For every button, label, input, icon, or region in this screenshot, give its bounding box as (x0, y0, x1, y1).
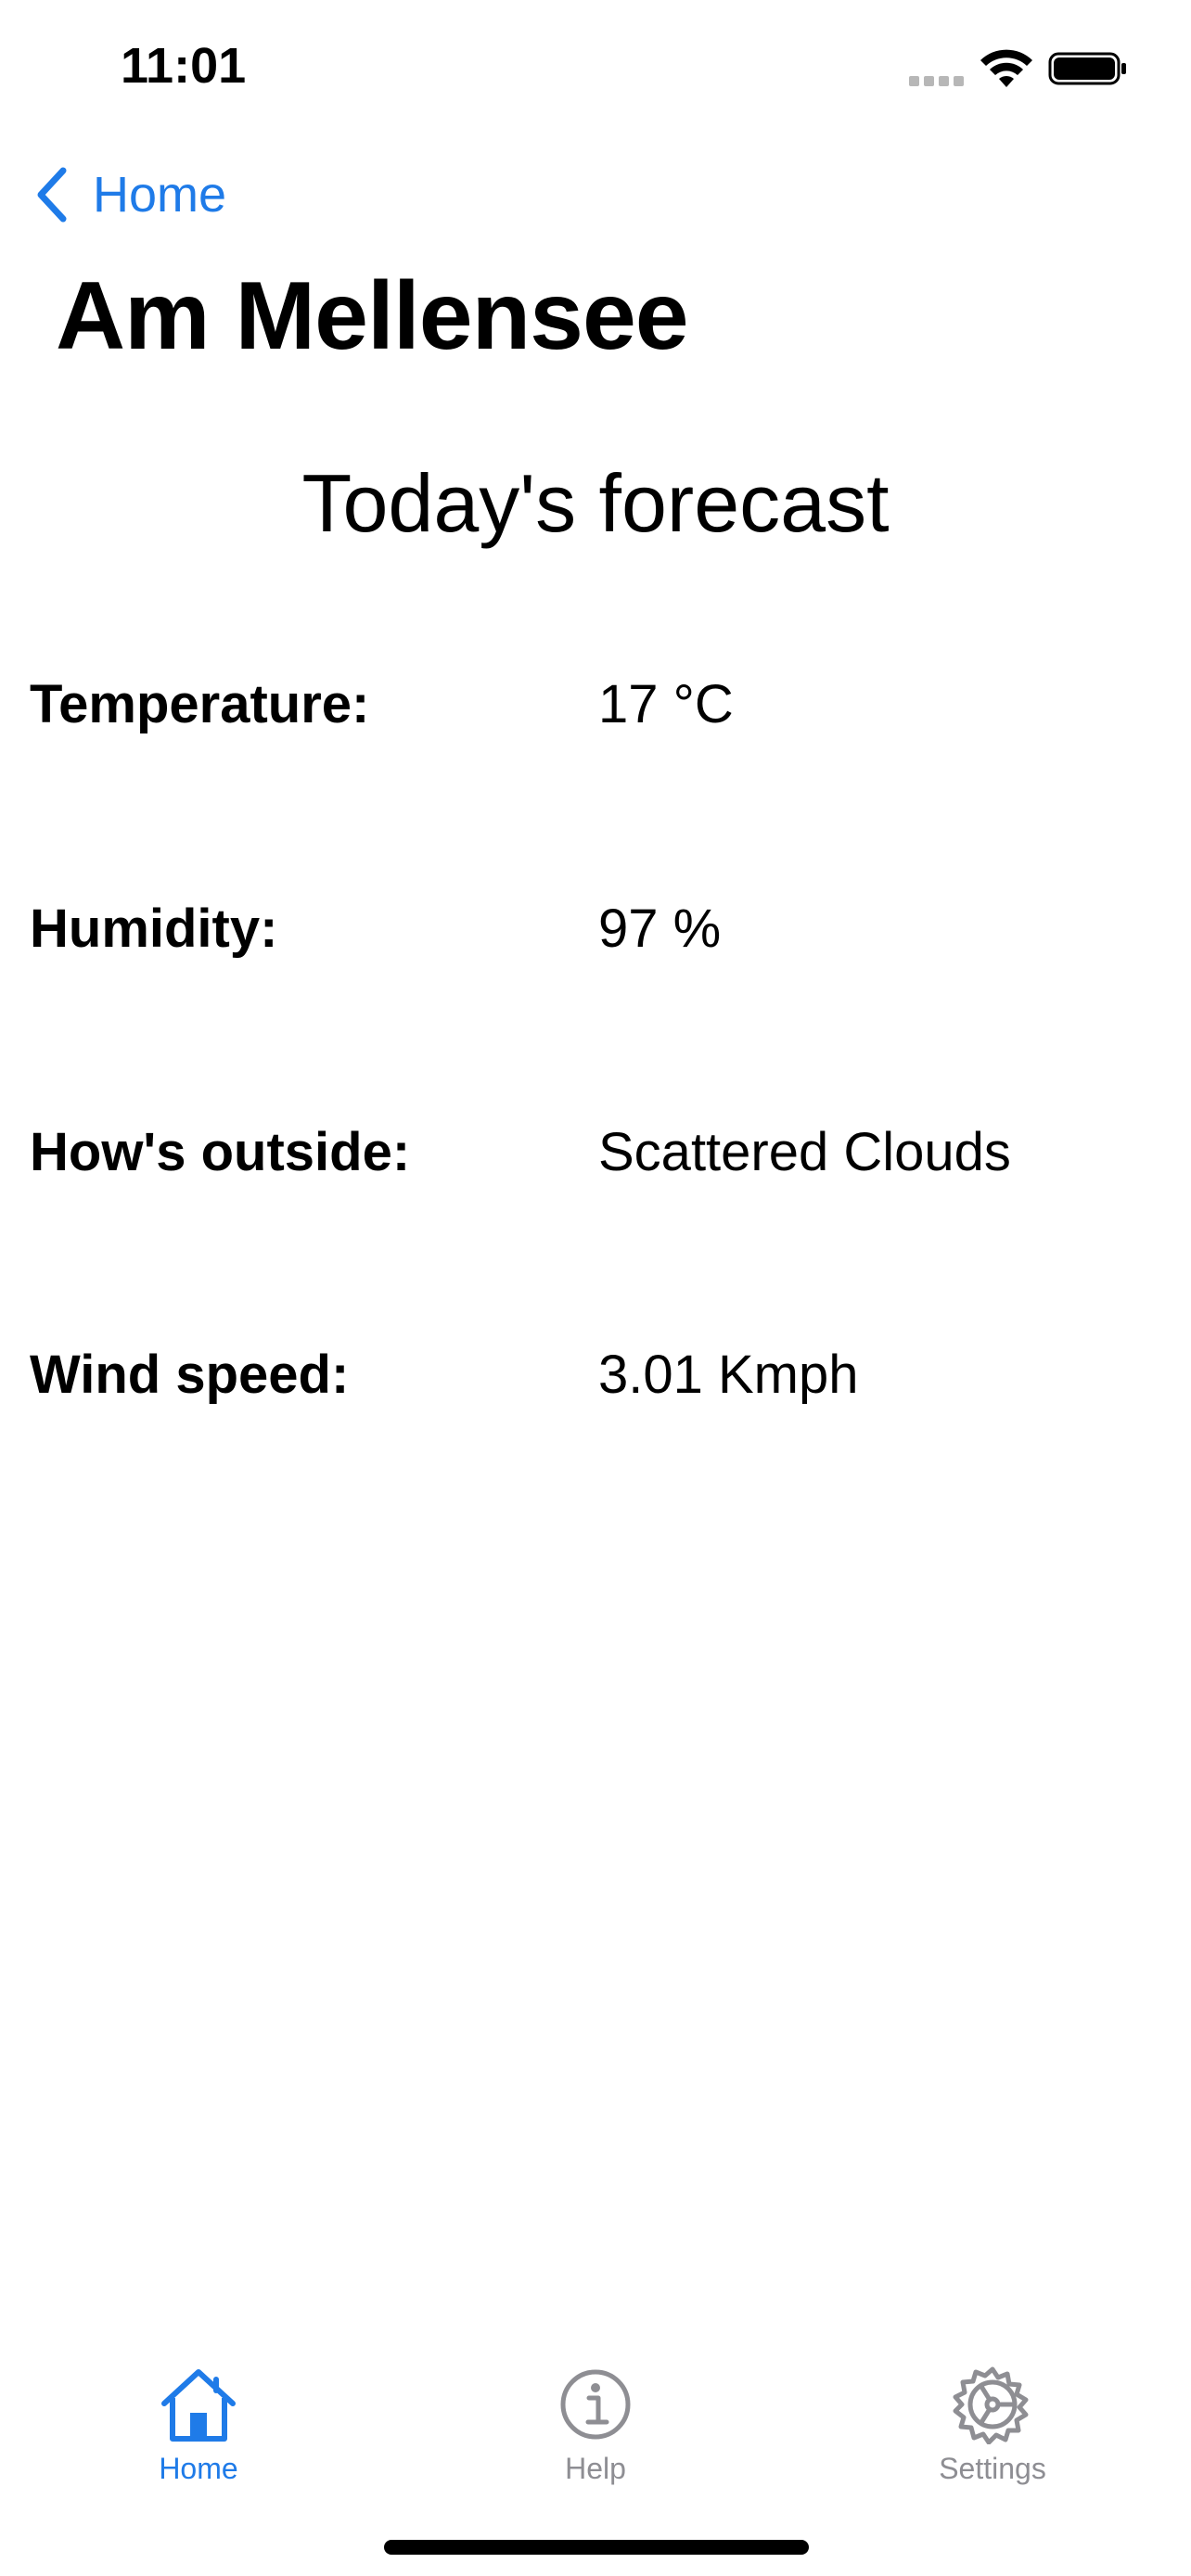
forecast-label: How's outside: (30, 1122, 411, 1182)
info-circle-icon (560, 2369, 631, 2440)
house-icon (161, 2369, 236, 2442)
status-time: 11:01 (121, 38, 247, 94)
page-title: Am Mellensee (56, 262, 689, 370)
back-button-label: Home (93, 167, 227, 223)
forecast-label: Temperature: (30, 674, 370, 734)
forecast-row-wind-speed: Wind speed: 3.01 Kmph (0, 1333, 1191, 1417)
forecast-label: Humidity: (30, 899, 278, 959)
battery-icon (1048, 52, 1126, 85)
section-heading: Today's forecast (301, 457, 890, 549)
cellular-signal-icon (909, 74, 968, 86)
back-button[interactable]: Home (33, 159, 226, 230)
gear-icon (953, 2366, 1029, 2444)
tab-bar: Home Help Settings (0, 2346, 1191, 2522)
tab-help[interactable]: Help (484, 2365, 707, 2513)
forecast-row-humidity: Humidity: 97 % (0, 887, 1191, 971)
tab-home[interactable]: Home (87, 2365, 310, 2513)
forecast-row-temperature: Temperature: 17 °C (0, 663, 1191, 746)
forecast-value: 3.01 Kmph (598, 1345, 859, 1405)
tab-home-label: Home (159, 2452, 238, 2485)
home-indicator[interactable] (384, 2540, 809, 2555)
tab-settings[interactable]: Settings (881, 2365, 1104, 2513)
tab-settings-label: Settings (939, 2452, 1046, 2485)
chevron-left-icon (37, 167, 67, 223)
tab-help-label: Help (565, 2452, 626, 2485)
forecast-value: 97 % (598, 899, 722, 959)
forecast-value: Scattered Clouds (598, 1122, 1011, 1182)
wifi-icon (980, 49, 1032, 87)
forecast-row-conditions: How's outside: Scattered Clouds (0, 1111, 1191, 1194)
forecast-value: 17 °C (598, 674, 734, 734)
status-bar: 11:01 (0, 0, 1191, 139)
forecast-label: Wind speed: (30, 1345, 350, 1405)
